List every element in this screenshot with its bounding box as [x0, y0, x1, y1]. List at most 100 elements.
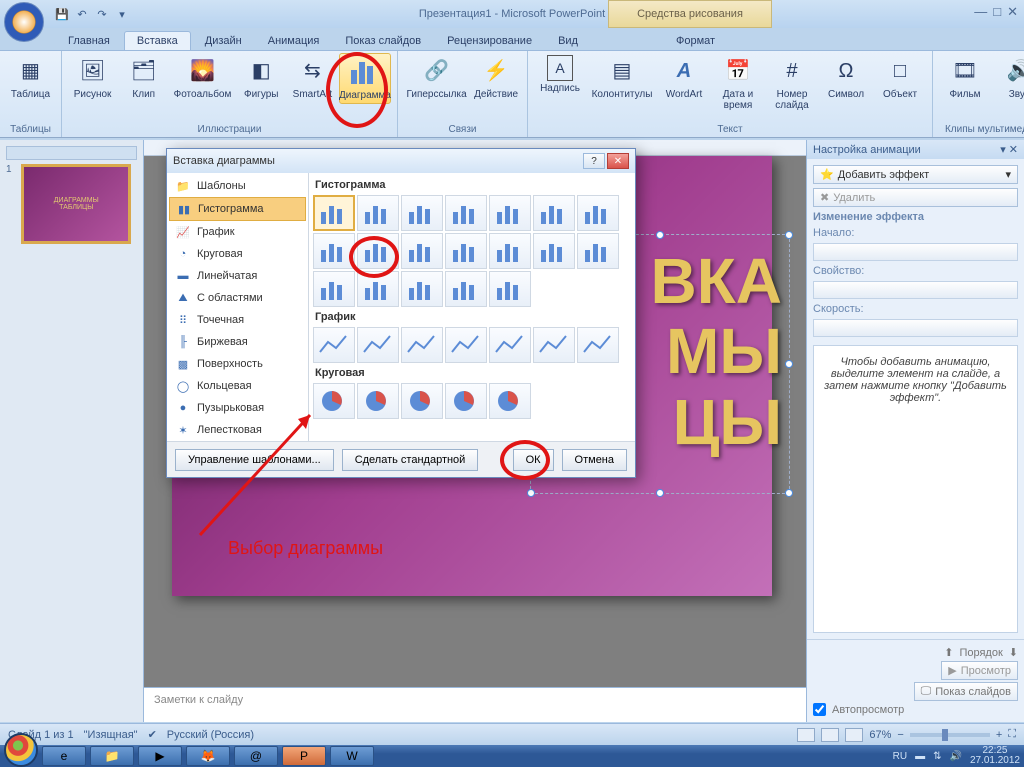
tab-home[interactable]: Главная: [56, 32, 122, 50]
tab-design[interactable]: Дизайн: [193, 32, 254, 50]
chart-type-option[interactable]: [313, 195, 355, 231]
set-default-button[interactable]: Сделать стандартной: [342, 449, 479, 471]
zoom-slider[interactable]: [910, 733, 990, 737]
category-column[interactable]: ▮▮Гистограмма: [169, 197, 306, 221]
zoom-out-icon[interactable]: −: [897, 729, 903, 741]
taskbar-explorer[interactable]: 📁: [90, 746, 134, 766]
taskbar-mail[interactable]: @: [234, 746, 278, 766]
header-footer-button[interactable]: ▤Колонтитулы: [588, 53, 656, 102]
category-templates[interactable]: 📁Шаблоны: [169, 175, 306, 197]
picture-button[interactable]: 🖼Рисунок: [68, 53, 117, 102]
chart-type-option[interactable]: [489, 327, 531, 363]
manage-templates-button[interactable]: Управление шаблонами...: [175, 449, 334, 471]
slide-number-button[interactable]: #Номер слайда: [766, 53, 818, 113]
dialog-title-bar[interactable]: Вставка диаграммы ? ✕: [167, 149, 635, 173]
tab-slideshow[interactable]: Показ слайдов: [333, 32, 433, 50]
table-button[interactable]: ▦Таблица: [6, 53, 55, 102]
spellcheck-icon[interactable]: ✔: [148, 728, 157, 741]
sound-button[interactable]: 🔊Звук: [993, 53, 1024, 102]
tray-clock[interactable]: 22:2527.01.2012: [970, 746, 1020, 766]
shapes-button[interactable]: ◧Фигуры: [237, 53, 286, 102]
minimize-icon[interactable]: —: [974, 4, 987, 20]
category-bar[interactable]: ▬Линейчатая: [169, 265, 306, 287]
textbox-button[interactable]: AНадпись: [534, 53, 586, 96]
contextual-tab-drawing-tools[interactable]: Средства рисования: [608, 0, 772, 28]
slide-thumbnail[interactable]: ДИАГРАММЫ ТАБЛИЦЫ: [21, 164, 131, 244]
autopreview-checkbox[interactable]: [813, 703, 826, 716]
chart-type-option[interactable]: [401, 383, 443, 419]
category-line[interactable]: 📈График: [169, 221, 306, 243]
category-pie[interactable]: ◔Круговая: [169, 243, 306, 265]
smartart-button[interactable]: ⇆SmartArt: [288, 53, 337, 102]
chart-type-option[interactable]: [313, 383, 355, 419]
category-radar[interactable]: ✶Лепестковая: [169, 419, 306, 441]
save-icon[interactable]: 💾: [54, 6, 70, 22]
office-button[interactable]: [4, 2, 44, 42]
chart-type-option[interactable]: [313, 271, 355, 307]
movie-button[interactable]: 🎞Фильм: [939, 53, 991, 102]
chart-type-option[interactable]: [533, 233, 575, 269]
chart-button[interactable]: Диаграмма: [339, 53, 391, 104]
taskbar-powerpoint[interactable]: P: [282, 746, 326, 766]
chart-type-option[interactable]: [489, 195, 531, 231]
chart-type-option[interactable]: [357, 233, 399, 269]
undo-icon[interactable]: ↶: [74, 6, 90, 22]
chart-type-option[interactable]: [401, 195, 443, 231]
qat-dropdown-icon[interactable]: ▾: [114, 6, 130, 22]
pane-close-icon[interactable]: ✕: [1009, 144, 1018, 156]
zoom-in-icon[interactable]: +: [996, 729, 1002, 741]
tab-insert[interactable]: Вставка: [124, 31, 191, 50]
chart-type-option[interactable]: [401, 233, 443, 269]
symbol-button[interactable]: ΩСимвол: [820, 53, 872, 102]
view-sorter-button[interactable]: [821, 728, 839, 742]
tray-flag-icon[interactable]: ▬: [915, 751, 925, 762]
chart-type-option[interactable]: [489, 383, 531, 419]
fit-slide-icon[interactable]: ⛶: [1008, 728, 1016, 741]
zoom-value[interactable]: 67%: [869, 729, 891, 741]
chart-type-option[interactable]: [357, 195, 399, 231]
category-doughnut[interactable]: ◯Кольцевая: [169, 375, 306, 397]
chart-type-option[interactable]: [445, 383, 487, 419]
chart-type-option[interactable]: [357, 271, 399, 307]
category-bubble[interactable]: ●Пузырьковая: [169, 397, 306, 419]
dialog-close-icon[interactable]: ✕: [607, 153, 629, 169]
tab-animation[interactable]: Анимация: [256, 32, 332, 50]
action-button[interactable]: ⚡Действие: [471, 53, 521, 102]
chart-type-option[interactable]: [577, 233, 619, 269]
chart-type-option[interactable]: [401, 271, 443, 307]
chart-type-option[interactable]: [313, 233, 355, 269]
chart-type-option[interactable]: [357, 383, 399, 419]
view-slideshow-button[interactable]: [845, 728, 863, 742]
taskbar-word[interactable]: W: [330, 746, 374, 766]
chart-type-option[interactable]: [533, 327, 575, 363]
status-language[interactable]: Русский (Россия): [167, 729, 254, 741]
category-stock[interactable]: ╟Биржевая: [169, 331, 306, 353]
taskbar-ie[interactable]: e: [42, 746, 86, 766]
category-scatter[interactable]: ⠿Точечная: [169, 309, 306, 331]
hyperlink-button[interactable]: 🔗Гиперссылка: [404, 53, 469, 102]
chart-type-option[interactable]: [489, 233, 531, 269]
chart-type-option[interactable]: [313, 327, 355, 363]
notes-pane[interactable]: Заметки к слайду: [144, 687, 806, 722]
tray-volume-icon[interactable]: 🔊: [949, 751, 961, 762]
tab-format[interactable]: Формат: [664, 32, 727, 50]
wordart-button[interactable]: AWordArt: [658, 53, 710, 102]
chart-type-option[interactable]: [401, 327, 443, 363]
pane-dropdown-icon[interactable]: ▾: [1000, 144, 1006, 156]
view-normal-button[interactable]: [797, 728, 815, 742]
chart-type-option[interactable]: [445, 195, 487, 231]
chart-type-option[interactable]: [577, 327, 619, 363]
photo-album-button[interactable]: 🌄Фотоальбом: [170, 53, 234, 102]
tray-lang[interactable]: RU: [893, 751, 907, 762]
category-surface[interactable]: ▩Поверхность: [169, 353, 306, 375]
tab-review[interactable]: Рецензирование: [435, 32, 544, 50]
object-button[interactable]: □Объект: [874, 53, 926, 102]
datetime-button[interactable]: 📅Дата и время: [712, 53, 764, 113]
clip-button[interactable]: 🗂Клип: [119, 53, 168, 102]
chart-type-option[interactable]: [577, 195, 619, 231]
taskbar-firefox[interactable]: 🦊: [186, 746, 230, 766]
cancel-button[interactable]: Отмена: [562, 449, 627, 471]
start-button[interactable]: [4, 733, 38, 767]
category-area[interactable]: ⛰С областями: [169, 287, 306, 309]
maximize-icon[interactable]: □: [993, 4, 1001, 20]
